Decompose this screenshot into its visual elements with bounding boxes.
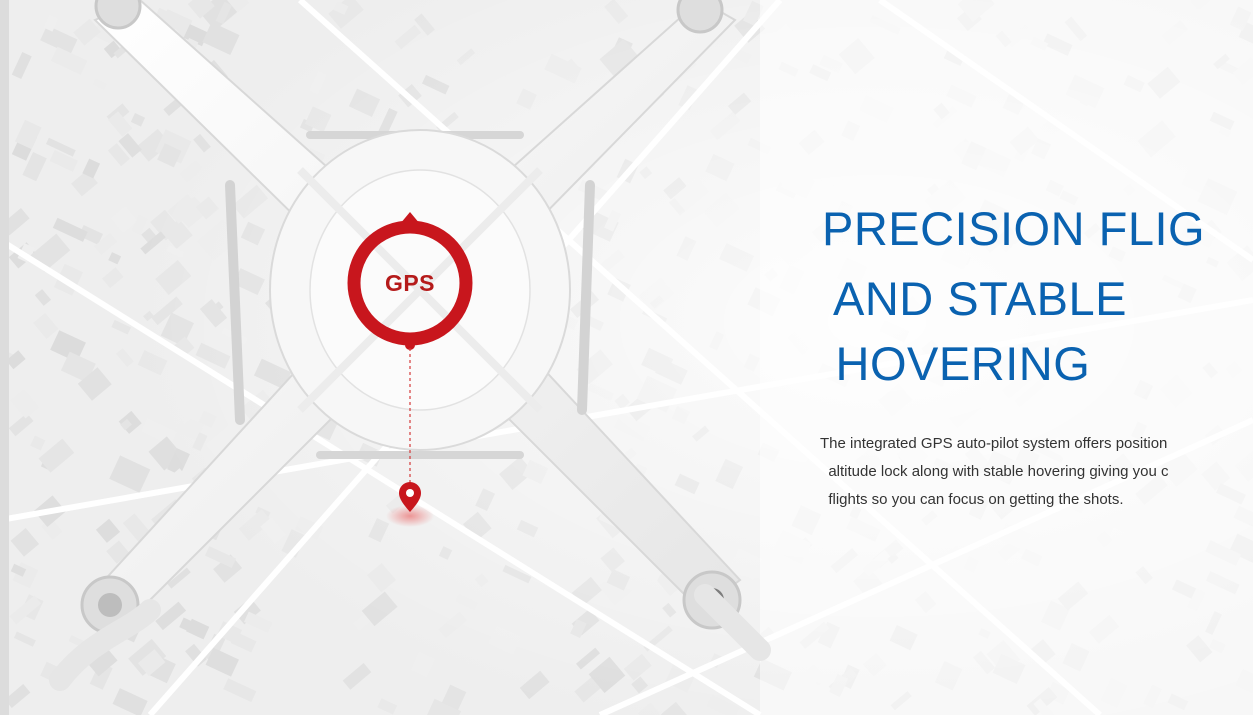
city-map-background <box>0 0 1253 715</box>
left-edge-strip <box>0 0 9 715</box>
feature-banner: GPS PRECISION FLIG AND STABLE HOVERING T… <box>0 0 1253 715</box>
gps-label: GPS <box>384 270 436 296</box>
